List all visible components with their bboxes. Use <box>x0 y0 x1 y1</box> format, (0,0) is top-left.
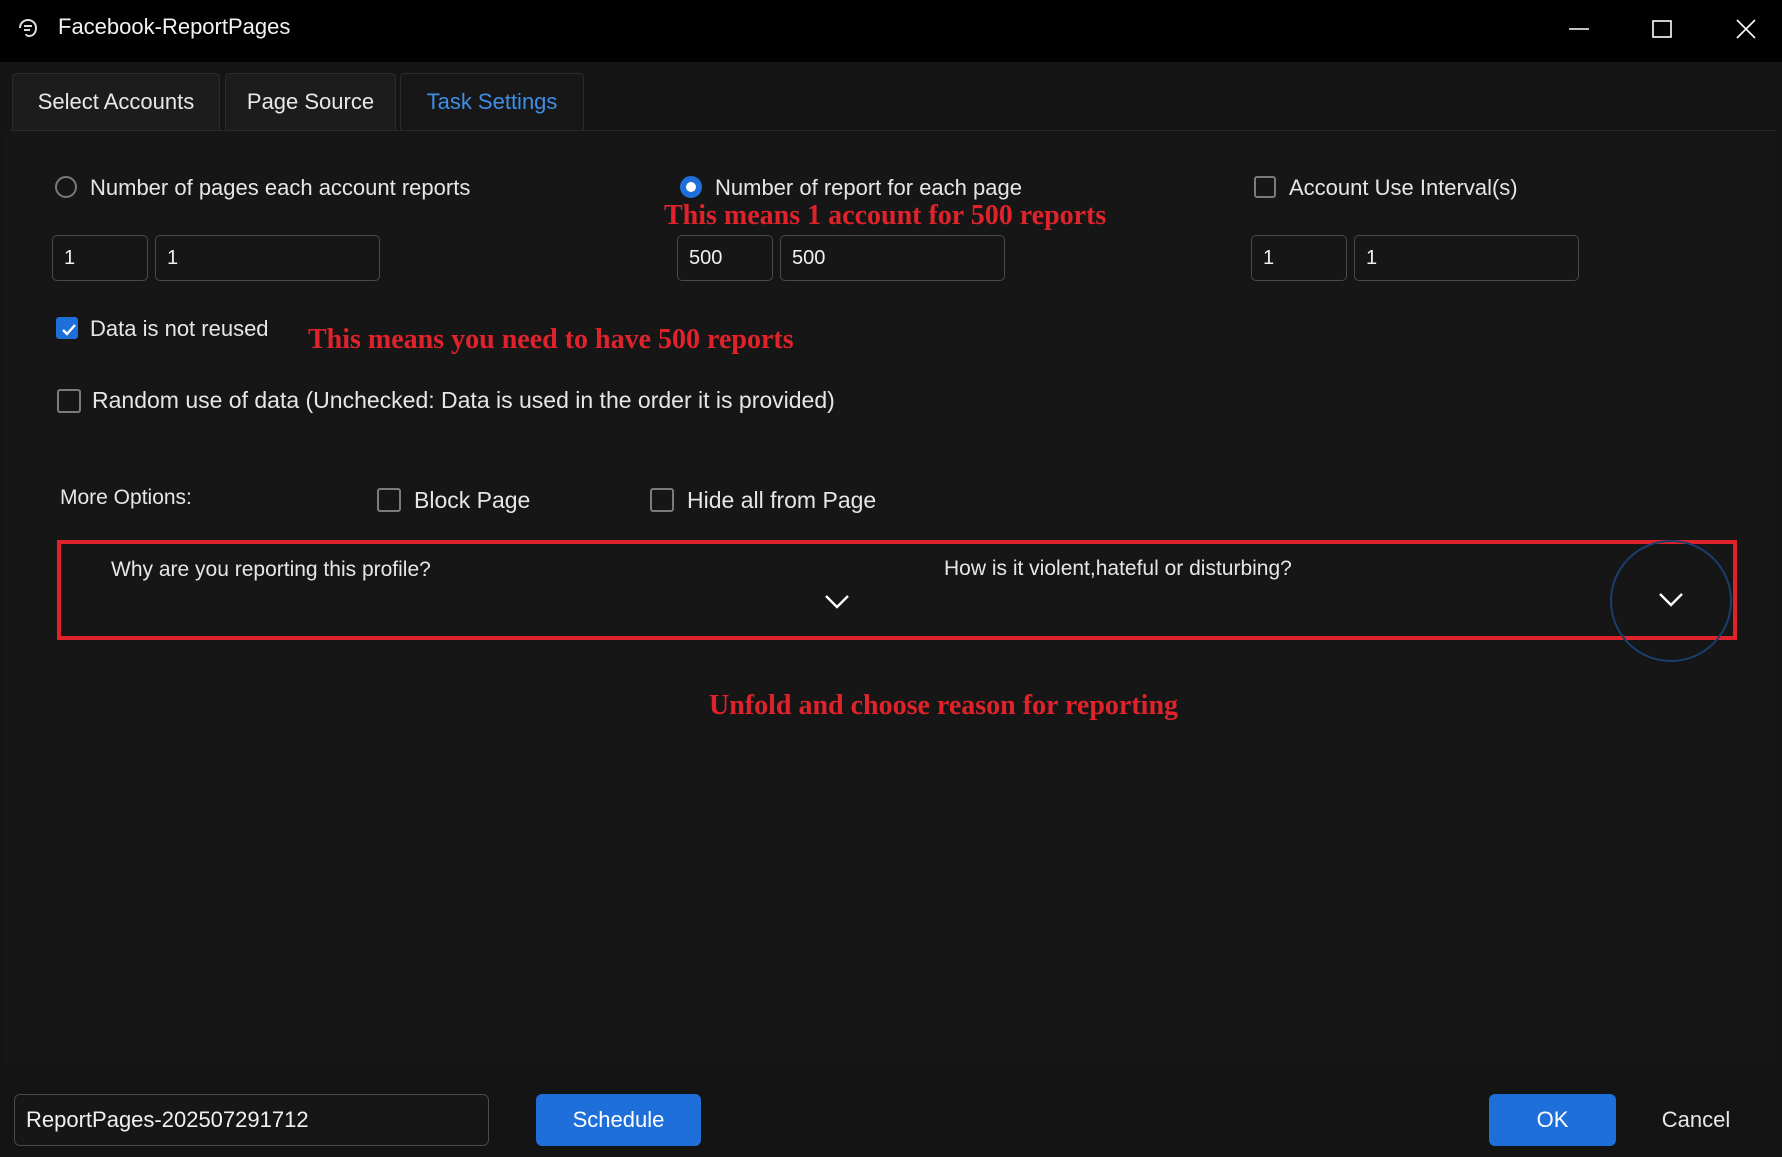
data-not-reused-label: Data is not reused <box>90 316 269 341</box>
data-not-reused-checkbox[interactable] <box>56 317 78 339</box>
cancel-button[interactable]: Cancel <box>1640 1094 1752 1146</box>
close-button[interactable] <box>1704 0 1782 58</box>
schedule-button[interactable]: Schedule <box>536 1094 701 1146</box>
reports-per-page-radio[interactable] <box>680 176 702 198</box>
tab-select-accounts[interactable]: Select Accounts <box>12 73 220 130</box>
more-options-label: More Options: <box>60 486 192 509</box>
annotation-note-3: Unfold and choose reason for reporting <box>709 690 1179 721</box>
hide-all-checkbox[interactable] <box>650 488 674 512</box>
pages-per-account-label: Number of pages each account reports <box>90 175 471 200</box>
random-use-checkbox[interactable] <box>57 389 81 413</box>
app-logo-icon <box>16 16 40 40</box>
checkmark-icon <box>62 324 76 336</box>
block-page-label: Block Page <box>414 487 531 513</box>
window-title: Facebook-ReportPages <box>58 14 291 39</box>
maximize-icon <box>1652 20 1672 38</box>
annotation-note-2: This means you need to have 500 reports <box>308 324 794 355</box>
reason-2-dropdown-toggle[interactable] <box>1656 588 1686 612</box>
reports-per-page-max-input[interactable]: 500 <box>780 235 1005 281</box>
account-interval-min-input[interactable]: 1 <box>1251 235 1347 281</box>
reason-question-2: How is it violent,hateful or disturbing? <box>944 557 1292 580</box>
reason-highlight-box <box>57 540 1737 640</box>
chevron-down-icon <box>825 595 849 609</box>
account-interval-checkbox[interactable] <box>1254 176 1276 198</box>
random-use-label: Random use of data (Unchecked: Data is u… <box>92 387 835 413</box>
maximize-button[interactable] <box>1620 0 1704 58</box>
reports-per-page-min-input[interactable]: 500 <box>677 235 773 281</box>
pages-per-account-radio[interactable] <box>55 176 77 198</box>
chevron-down-icon <box>1659 593 1683 607</box>
reason-1-dropdown-toggle[interactable] <box>822 590 852 614</box>
ok-button[interactable]: OK <box>1489 1094 1616 1146</box>
account-interval-label: Account Use Interval(s) <box>1289 175 1518 200</box>
pages-per-account-max-input[interactable]: 1 <box>155 235 380 281</box>
block-page-checkbox[interactable] <box>377 488 401 512</box>
account-interval-max-input[interactable]: 1 <box>1354 235 1579 281</box>
hide-all-label: Hide all from Page <box>687 487 877 513</box>
reports-per-page-label: Number of report for each page <box>715 175 1022 200</box>
minimize-button[interactable] <box>1537 0 1621 58</box>
reason-question-1: Why are you reporting this profile? <box>111 558 431 581</box>
pages-per-account-min-input[interactable]: 1 <box>52 235 148 281</box>
task-name-input[interactable]: ReportPages-202507291712 <box>14 1094 489 1146</box>
tab-task-settings[interactable]: Task Settings <box>400 73 584 130</box>
minimize-icon <box>1569 28 1589 30</box>
close-icon <box>1736 19 1756 39</box>
tab-page-source[interactable]: Page Source <box>225 73 396 130</box>
annotation-note-1: This means 1 account for 500 reports <box>664 200 1107 231</box>
